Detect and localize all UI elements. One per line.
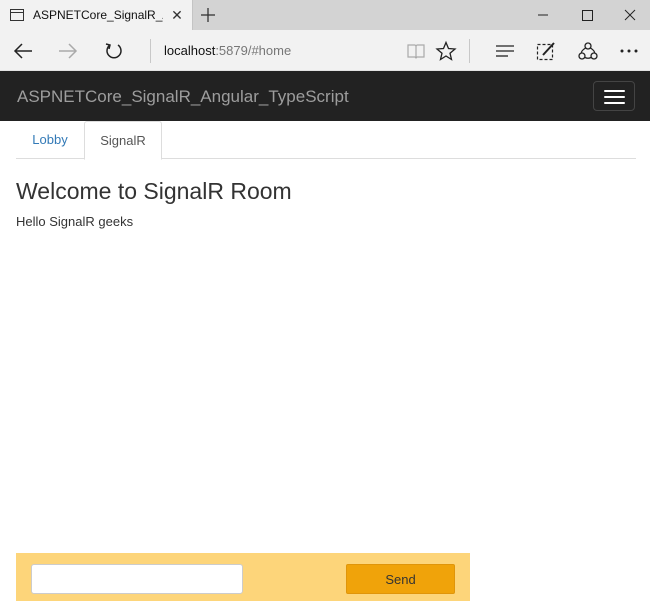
hamburger-bar <box>604 102 625 104</box>
address-separator <box>150 39 151 63</box>
app-navbar: ASPNETCore_SignalR_Angular_TypeScript <box>0 71 650 121</box>
room-tabs: Lobby SignalR <box>16 121 636 160</box>
address-host: localhost <box>164 43 216 58</box>
close-tab-icon[interactable]: ✕ <box>168 6 186 24</box>
book-icon[interactable] <box>405 40 427 62</box>
hamburger-bar <box>604 96 625 98</box>
hamburger-bar <box>604 90 625 92</box>
tab-title: ASPNETCore_SignalR_A <box>33 8 163 22</box>
share-icon[interactable] <box>577 40 599 62</box>
page-title: Welcome to SignalR Room <box>16 178 292 204</box>
pen-note-icon[interactable] <box>535 40 557 62</box>
tab-page-icon <box>10 9 24 21</box>
message-item: Hello SignalR geeks <box>16 214 134 229</box>
address-path: :5879/#home <box>215 43 292 58</box>
send-button[interactable]: Send <box>346 564 455 594</box>
hub-lines-icon[interactable] <box>494 40 516 62</box>
minimize-icon[interactable] <box>520 0 566 30</box>
close-window-icon[interactable] <box>607 0 650 30</box>
more-dots-icon[interactable] <box>618 40 640 62</box>
star-icon[interactable] <box>435 40 457 62</box>
hamburger-icon[interactable] <box>593 81 635 111</box>
browser-tab[interactable]: ASPNETCore_SignalR_A ✕ <box>0 0 193 30</box>
tab-signalr[interactable]: SignalR <box>84 121 162 160</box>
address-bar[interactable]: localhost:5879/#home <box>164 43 291 58</box>
arrow-left-icon[interactable] <box>12 40 34 62</box>
message-composer: Send <box>16 553 470 601</box>
plus-icon[interactable] <box>198 5 218 25</box>
brand-title[interactable]: ASPNETCore_SignalR_Angular_TypeScript <box>17 87 349 107</box>
tab-lobby[interactable]: Lobby <box>16 121 84 159</box>
maximize-icon[interactable] <box>564 0 610 30</box>
refresh-icon[interactable] <box>103 40 125 62</box>
message-input[interactable] <box>31 564 243 594</box>
arrow-right-icon[interactable] <box>57 40 79 62</box>
browser-nav-bar: localhost:5879/#home <box>0 30 650 71</box>
toolbar-separator <box>469 39 470 63</box>
browser-title-bar: ASPNETCore_SignalR_A ✕ <box>0 0 650 30</box>
